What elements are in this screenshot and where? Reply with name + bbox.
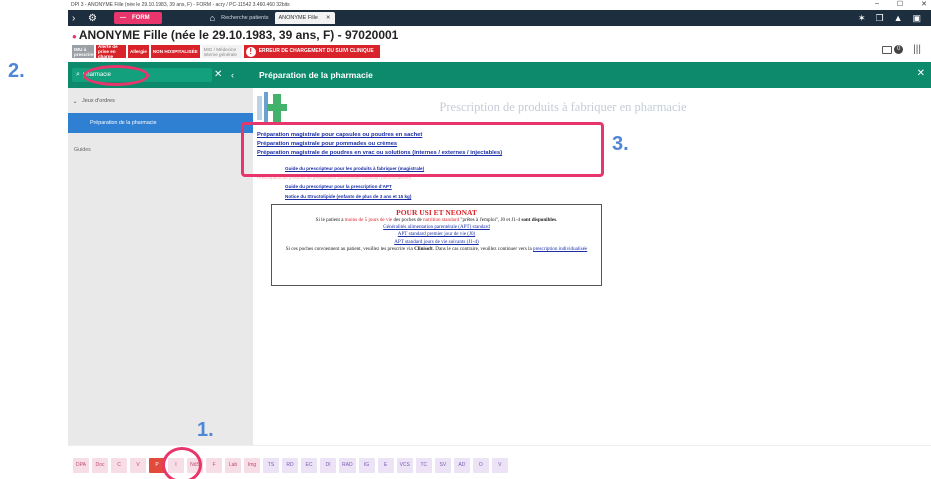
badge-non-hospitalisee[interactable]: NON HOSPITALISÉE [150, 45, 200, 58]
page-title: Préparation de la pharmacie [259, 70, 373, 80]
sidebar-item-preparation-pharmacie[interactable]: Préparation de la pharmacie [68, 113, 253, 133]
infobox-line2: Si ces poches conviennent au patient, ve… [285, 245, 588, 252]
infobox-apt-links: Généralités alimentation parentérale (AP… [272, 224, 601, 246]
step-1-highlight-ring [162, 447, 202, 479]
clear-search-icon[interactable]: ✕ [214, 68, 222, 82]
badge-alerte[interactable]: Alerte de prise en charge [96, 44, 126, 59]
patient-header: ● ANONYME Fille (née le 29.10.1983, 39 an… [68, 26, 931, 44]
module-button-sv[interactable]: SV [434, 458, 451, 473]
patient-badges: IMU à prescrire Alerte de prise en charg… [72, 44, 380, 59]
maximize-button[interactable]: ☐ [897, 0, 903, 8]
module-button-ad[interactable]: AD [453, 458, 470, 473]
home-icon[interactable]: ⌂ [210, 13, 215, 23]
module-button-c[interactable]: C [111, 458, 127, 473]
link-prescription-individualisee[interactable]: prescription individualisée [533, 246, 587, 252]
content-heading: Prescription de produits à fabriquer en … [439, 100, 687, 114]
module-button-ts[interactable]: TS [263, 458, 279, 473]
module-button-v[interactable]: V [130, 458, 146, 473]
step-3-callout: 3. [612, 133, 629, 155]
link-apt-j0[interactable]: APT standard premier jour de vie (J0) [398, 231, 475, 237]
sidebar-item-guides[interactable]: Guides [68, 140, 253, 160]
module-button-dpa[interactable]: DPA [73, 458, 89, 473]
step-3-highlight-box [241, 122, 604, 177]
close-panel-icon[interactable]: ✕ [917, 68, 925, 79]
tab-patient-active[interactable]: ANONYME Fille ✕ [274, 12, 335, 24]
tab-patient-label: ANONYME Fille [278, 15, 318, 21]
window-controls: – ☐ ✕ [875, 0, 927, 8]
screenshot-stage: DPI 3 - ANONYME Fille (née le 29.10.1983… [0, 0, 931, 479]
step-1-callout: 1. [197, 419, 214, 441]
module-button-rd[interactable]: RD [282, 458, 298, 473]
module-buttons: DPA Doc C V P I NdS F Lab Img TS RD EC DI RAD IG E VCS TC S… [73, 458, 508, 473]
warning-icon: ! [245, 46, 256, 57]
module-button-lab[interactable]: Lab [225, 458, 241, 473]
notification-count: 0 [894, 45, 904, 54]
link-apt-j1-4[interactable]: APT standard jours de vie suivants (J1-4… [394, 239, 479, 245]
menu-bars-icon[interactable]: ||| [913, 44, 921, 55]
sidebar-item-label: Préparation de la pharmacie [90, 120, 157, 126]
error-text: ERREUR DE CHARGEMENT DU SUIVI CLINIQUE [258, 48, 374, 54]
tabbar-tools: ✶ ❐ ▲ ▣ [858, 13, 921, 24]
window-title: DPI 3 - ANONYME Fille (née le 29.10.1983… [71, 2, 290, 8]
step-2-highlight-ring [83, 65, 149, 86]
link-guide-apt[interactable]: Guide du prescripteur pour la prescripti… [285, 182, 424, 191]
link-notice-structolipide[interactable]: Notice du Structolipide (enfants de plus… [285, 192, 424, 201]
pin-icon[interactable]: ✶ [858, 13, 866, 24]
patient-name: ● ANONYME Fille (née le 29.10.1983, 39 an… [72, 28, 399, 42]
close-tab-icon[interactable]: ✕ [326, 12, 331, 24]
module-button-rad[interactable]: RAD [339, 458, 356, 473]
search-icon: ⌕ [76, 71, 80, 78]
close-window-button[interactable]: ✕ [921, 0, 927, 8]
chevron-right-icon[interactable]: › [72, 13, 82, 24]
module-button-ec[interactable]: EC [301, 458, 317, 473]
module-button-doc[interactable]: Doc [92, 458, 108, 473]
badge-error[interactable]: ! ERREUR DE CHARGEMENT DU SUIVI CLINIQUE [243, 45, 380, 58]
module-button-img[interactable]: Img [244, 458, 260, 473]
module-button-f[interactable]: F [206, 458, 222, 473]
module-button-ig[interactable]: IG [358, 458, 375, 473]
usi-neonat-box: POUR USI ET NEONAT Si le patient a moins… [271, 204, 602, 286]
form-tab-label: FORM [132, 15, 150, 21]
tab-recherche-patients[interactable]: Recherche patients [221, 15, 268, 21]
app-tabbar: › ⚙ — FORM ⌂ Recherche patients ANONYME … [68, 10, 931, 26]
module-button-di[interactable]: DI [320, 458, 336, 473]
gear-icon[interactable]: ⚙ [88, 13, 100, 24]
sidebar: ⌄ Jeux d'ordres Préparation de la pharma… [68, 88, 253, 445]
module-button-v[interactable]: V [491, 458, 508, 473]
minimize-button[interactable]: – [875, 0, 879, 8]
monitor-icon[interactable]: ▣ [912, 13, 921, 24]
form-tab[interactable]: — FORM [114, 12, 162, 24]
module-button-vcs[interactable]: VCS [396, 458, 413, 473]
badge-imu[interactable]: IMU à prescrire [72, 45, 94, 58]
chevron-down-icon: ⌄ [72, 98, 78, 105]
module-button-tc[interactable]: TC [415, 458, 432, 473]
step-2-callout: 2. [8, 60, 25, 82]
link-generalites-apt[interactable]: Généralités alimentation parentérale (AP… [383, 224, 490, 230]
module-button-e[interactable]: E [377, 458, 394, 473]
sidebar-group-jeux-ordres[interactable]: ⌄ Jeux d'ordres [68, 95, 253, 107]
module-button-o[interactable]: O [472, 458, 489, 473]
collapse-sidebar-icon[interactable]: ‹ [231, 68, 234, 82]
form-dash-icon: — [120, 15, 126, 21]
sidebar-item-label: Guides [74, 147, 91, 153]
window-titlebar: DPI 3 - ANONYME Fille (née le 29.10.1983… [68, 0, 931, 10]
badge-service: MIG / Médecine interne générale [201, 45, 242, 58]
sidebar-group-label: Jeux d'ordres [82, 98, 115, 104]
patient-status-icon: ● [72, 32, 77, 41]
inbox-icon[interactable] [882, 45, 893, 54]
alert-user-icon[interactable]: ▲ [894, 13, 903, 24]
app-window: DPI 3 - ANONYME Fille (née le 29.10.1983… [68, 0, 931, 479]
infobox-title: POUR USI ET NEONAT [396, 208, 477, 217]
main-header: Préparation de la pharmacie ✕ [253, 62, 931, 88]
copy-icon[interactable]: ❐ [875, 13, 883, 24]
badge-allergie[interactable]: Allergie [128, 45, 149, 58]
header-right-tools: 0 ||| [882, 44, 921, 55]
